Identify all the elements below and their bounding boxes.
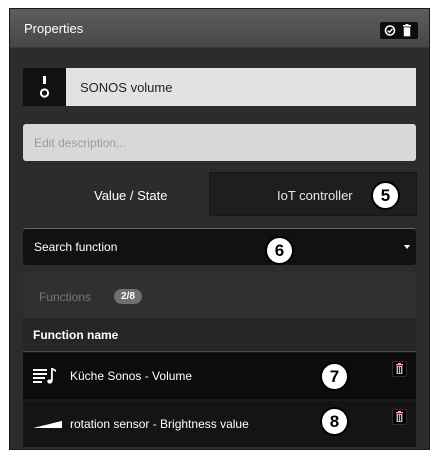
table-row[interactable]: Küche Sonos - Volume bbox=[23, 353, 416, 399]
chevron-down-icon bbox=[404, 245, 410, 249]
functions-count-badge: 2/8 bbox=[114, 289, 142, 304]
callout-6: 6 bbox=[265, 236, 294, 265]
value-state-label: Value / State bbox=[94, 188, 168, 203]
check-circle-icon[interactable] bbox=[383, 24, 397, 37]
function-name: Küche Sonos - Volume bbox=[70, 369, 193, 383]
properties-panel: Properties SONOS volume Edit description… bbox=[9, 8, 430, 450]
panel-title: Properties bbox=[24, 21, 84, 36]
function-name-column-header: Function name bbox=[23, 318, 416, 352]
functions-list: Functions 2/8 Function name Küche Sonos … bbox=[23, 273, 416, 447]
trash-icon[interactable] bbox=[400, 24, 414, 37]
function-name: rotation sensor - Brightness value bbox=[70, 417, 249, 431]
device-name-field[interactable]: SONOS volume bbox=[23, 68, 416, 106]
table-row[interactable]: rotation sensor - Brightness value bbox=[23, 401, 416, 447]
callout-8: 8 bbox=[320, 407, 349, 436]
search-function-dropdown[interactable]: Search function bbox=[23, 228, 416, 265]
callout-5: 5 bbox=[371, 181, 400, 210]
music-list-icon bbox=[33, 367, 57, 390]
delete-function-button[interactable] bbox=[392, 409, 407, 425]
header-button-group bbox=[380, 22, 418, 39]
device-name: SONOS volume bbox=[80, 80, 173, 95]
slider-toggle-icon[interactable] bbox=[23, 68, 66, 106]
functions-tab-label: Functions bbox=[39, 290, 92, 304]
description-input[interactable] bbox=[23, 124, 416, 161]
signal-ramp-icon bbox=[33, 415, 63, 436]
search-function-label: Search function bbox=[34, 240, 118, 254]
panel-header: Properties bbox=[10, 9, 429, 48]
delete-function-button[interactable] bbox=[392, 361, 407, 377]
column-header-label: Function name bbox=[33, 328, 119, 342]
tab-functions[interactable]: Functions 2/8 bbox=[23, 273, 416, 318]
callout-7: 7 bbox=[320, 362, 349, 391]
